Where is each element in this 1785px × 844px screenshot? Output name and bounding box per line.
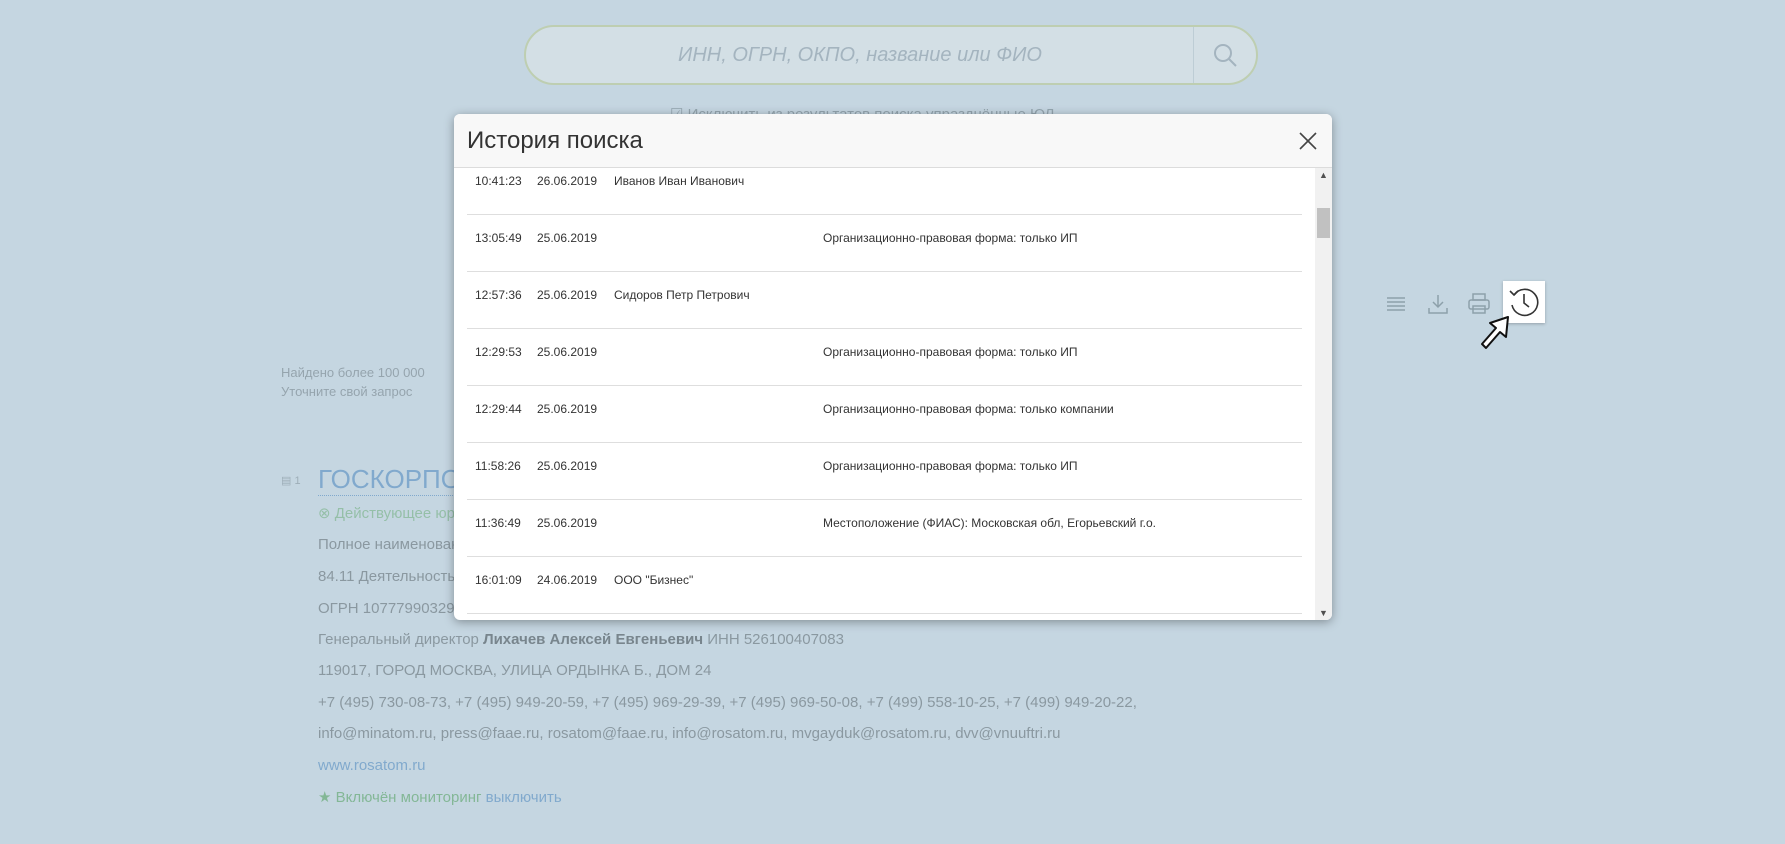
history-row[interactable]: 11:36:49 25.06.2019 Местоположение (ФИАС):…	[467, 500, 1302, 557]
search-input[interactable]: ИНН, ОГРН, ОКПО, название или ФИО	[526, 44, 1194, 67]
history-time: 10:41:23	[475, 174, 522, 188]
history-date: 25.06.2019	[537, 459, 598, 473]
status-badge: ⊗ Действующее юр	[318, 505, 456, 522]
history-date: 25.06.2019	[537, 516, 598, 530]
search-icon	[1214, 44, 1237, 67]
monitoring-off-link[interactable]: выключить	[486, 789, 562, 806]
history-filter: Местоположение (ФИАС): Московская обл, Е…	[823, 516, 1156, 530]
history-filter: Организационно-правовая форма: только ко…	[823, 402, 1114, 416]
full-name: Полное наименован	[318, 536, 460, 553]
history-date: 25.06.2019	[537, 288, 598, 302]
results-summary: Найдено более 100 000 Уточните свой запр…	[281, 363, 425, 401]
history-time: 12:29:53	[475, 345, 522, 359]
okved: 84.11 Деятельность	[318, 568, 456, 585]
history-time: 11:36:49	[475, 516, 521, 530]
emails: info@minatom.ru, press@faae.ru, rosatom@…	[318, 725, 1061, 742]
scroll-down-arrow-icon[interactable]: ▼	[1319, 608, 1328, 618]
website-link[interactable]: www.rosatom.ru	[318, 757, 426, 774]
history-time: 16:01:09	[475, 573, 522, 587]
history-filter: Организационно-правовая форма: только ИП	[823, 345, 1078, 359]
scrollbar[interactable]: ▲ ▼	[1315, 168, 1332, 620]
search-bar[interactable]: ИНН, ОГРН, ОКПО, название или ФИО	[524, 25, 1258, 85]
modal-title: История поиска	[467, 127, 643, 154]
history-query: Сидоров Петр Петрович	[614, 288, 750, 302]
result-title-link[interactable]: ГОСКОРПО	[318, 463, 461, 496]
ogrn: ОГРН 10777990329	[318, 600, 455, 617]
mouse-cursor-icon	[1481, 316, 1509, 349]
found-count: Найдено более 100 000	[281, 365, 425, 380]
history-row[interactable]: 12:29:44 25.06.2019 Организационно-правова…	[467, 386, 1302, 443]
history-filter: Организационно-правовая форма: только ИП	[823, 459, 1078, 473]
history-date: 25.06.2019	[537, 402, 598, 416]
history-time: 12:29:44	[475, 402, 522, 416]
history-filter: Организационно-правовая форма: только ИП	[823, 231, 1078, 245]
result-number: ▤ 1	[281, 475, 301, 487]
close-icon[interactable]	[1298, 131, 1318, 151]
history-date: 25.06.2019	[537, 231, 598, 245]
history-query: Иванов Иван Иванович	[614, 174, 745, 188]
refine-hint: Уточните свой запрос	[281, 384, 413, 399]
history-query: ООО "Бизнес"	[614, 573, 694, 587]
download-icon[interactable]	[1425, 291, 1451, 317]
monitoring-status: ★ Включён мониторинг выключить	[318, 789, 562, 806]
address: 119017, ГОРОД МОСКВА, УЛИЦА ОРДЫНКА Б., …	[318, 662, 712, 679]
history-time: 11:58:26	[475, 459, 521, 473]
history-list: 10:41:23 26.06.2019 Иванов Иван Иванович 13…	[467, 158, 1302, 614]
history-row[interactable]: 12:29:53 25.06.2019 Организационно-правова…	[467, 329, 1302, 386]
history-row[interactable]: 16:01:09 24.06.2019 ООО "Бизнес"	[467, 557, 1302, 614]
history-date: 24.06.2019	[537, 573, 598, 587]
history-time: 13:05:49	[475, 231, 522, 245]
director: Генеральный директор Лихачев Алексей Евг…	[318, 631, 844, 648]
scroll-up-arrow-icon[interactable]: ▲	[1319, 170, 1328, 180]
history-row[interactable]: 11:58:26 25.06.2019 Организационно-правова…	[467, 443, 1302, 500]
print-icon[interactable]	[1466, 291, 1492, 317]
search-history-modal: История поиска 10:41:23 26.06.2019 Иванов …	[454, 114, 1332, 620]
history-date: 26.06.2019	[537, 174, 598, 188]
history-time: 12:57:36	[475, 288, 522, 302]
phones: +7 (495) 730-08-73, +7 (495) 949-20-59, …	[318, 694, 1137, 711]
history-list-container: 10:41:23 26.06.2019 Иванов Иван Иванович 13…	[454, 168, 1332, 620]
search-button[interactable]	[1193, 27, 1256, 83]
history-date: 25.06.2019	[537, 345, 598, 359]
history-row[interactable]: 10:41:23 26.06.2019 Иванов Иван Иванович	[467, 158, 1302, 215]
history-row[interactable]: 12:57:36 25.06.2019 Сидоров Петр Петрович	[467, 272, 1302, 329]
list-icon[interactable]	[1383, 291, 1409, 317]
scroll-thumb[interactable]	[1317, 208, 1330, 238]
history-row[interactable]: 13:05:49 25.06.2019 Организационно-правова…	[467, 215, 1302, 272]
